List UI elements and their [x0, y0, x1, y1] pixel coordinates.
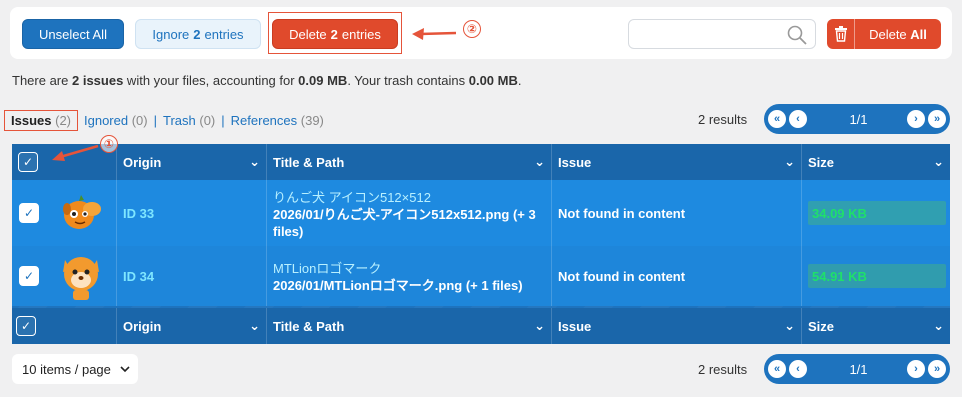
- tab-trash[interactable]: Trash (0): [161, 113, 217, 128]
- origin-cell: ID 33: [116, 180, 266, 246]
- column-origin[interactable]: Origin ⌄: [116, 308, 266, 344]
- column-size[interactable]: Size ⌄: [801, 308, 950, 344]
- media-path: 2026/01/りんご犬-アイコン512x512.png (+ 3 files): [273, 206, 536, 239]
- annotation-number-1: ①: [100, 135, 118, 153]
- title-path-cell: りんご犬 アイコン512×512 2026/01/りんご犬-アイコン512x51…: [266, 180, 551, 246]
- size-bar: 54.91 KB: [808, 264, 946, 288]
- delete-count: 2: [330, 26, 338, 42]
- delete-all-label: Delete All: [869, 26, 927, 42]
- chevron-down-icon: ⌄: [784, 154, 795, 169]
- table-row[interactable]: ✓ ID 33 りんご犬 アイコン512×512 2026/01/りんご犬-アイ…: [12, 180, 950, 246]
- chevron-down-icon: ⌄: [534, 318, 545, 333]
- first-page-button[interactable]: «: [768, 360, 786, 378]
- media-id-link[interactable]: ID 33: [123, 206, 154, 221]
- pagination-top: « ‹ 1/1 › »: [764, 104, 950, 134]
- apple-dog-icon-thumbnail: [63, 195, 101, 229]
- chevron-down-icon: ⌄: [249, 318, 260, 333]
- ignore-entries-button[interactable]: Ignore 2 entries: [135, 19, 261, 49]
- next-page-button[interactable]: ›: [907, 360, 925, 378]
- last-page-button[interactable]: »: [928, 110, 946, 128]
- media-title-link[interactable]: りんご犬 アイコン512×512: [273, 187, 431, 206]
- tab-separator: |: [221, 112, 225, 128]
- issue-text: Not found in content: [558, 268, 686, 284]
- delete-all-button[interactable]: Delete All: [827, 19, 941, 49]
- chevron-down-icon: ⌄: [249, 154, 260, 169]
- ignore-label: Ignore: [152, 26, 190, 42]
- row-checkbox[interactable]: ✓: [19, 266, 39, 286]
- table-row[interactable]: ✓ ID 34 MTLionロゴマーク 2026/01/MTLionロゴマーク.…: [12, 246, 950, 306]
- issue-cell: Not found in content: [551, 246, 801, 306]
- filter-tabs: Issues (2) Ignored (0) | Trash (0) | Ref…: [4, 109, 326, 131]
- title-path-cell: MTLionロゴマーク 2026/01/MTLionロゴマーク.png (+ 1…: [266, 246, 551, 306]
- chevron-down-icon: ⌄: [534, 154, 545, 169]
- column-issue[interactable]: Issue ⌄: [551, 144, 801, 180]
- footer-select-cell: ✓: [12, 308, 116, 344]
- trash-icon: [827, 19, 855, 49]
- size-cell: 34.09 KB: [801, 180, 950, 246]
- delete-suffix: entries: [341, 26, 381, 42]
- summary-text: There are 2 issues with your files, acco…: [12, 73, 522, 88]
- media-path: 2026/01/MTLionロゴマーク.png (+ 1 files): [273, 278, 523, 293]
- chevron-down-icon: [120, 366, 130, 373]
- last-page-button[interactable]: »: [928, 360, 946, 378]
- row-select-cell: ✓: [12, 246, 46, 306]
- select-all-checkbox[interactable]: ✓: [18, 152, 38, 172]
- unselect-all-button[interactable]: Unselect All: [22, 19, 124, 49]
- select-all-checkbox[interactable]: ✓: [16, 316, 36, 336]
- table-footer: ✓ Origin ⌄ Title & Path ⌄ Issue ⌄ Size ⌄: [12, 308, 950, 344]
- results-count: 2 results: [698, 362, 748, 377]
- issue-text: Not found in content: [558, 205, 686, 221]
- mtlion-logo-thumbnail: [63, 257, 99, 300]
- column-size[interactable]: Size ⌄: [801, 144, 950, 180]
- items-per-page-label: 10 items / page: [22, 361, 111, 377]
- ignore-suffix: entries: [204, 26, 244, 42]
- delete-entries-button[interactable]: Delete 2 entries: [272, 19, 398, 49]
- prev-page-button[interactable]: ‹: [789, 360, 807, 378]
- annotation-number-2: ②: [463, 20, 481, 38]
- search-input[interactable]: [628, 19, 816, 49]
- ignore-count: 2: [193, 26, 201, 42]
- tab-ignored[interactable]: Ignored (0): [82, 113, 150, 128]
- tab-references[interactable]: References (39): [229, 113, 326, 128]
- thumbnail-cell: [46, 246, 116, 306]
- unselect-all-label: Unselect All: [39, 26, 107, 42]
- annotation-arrow-1: [52, 144, 99, 161]
- column-issue[interactable]: Issue ⌄: [551, 308, 801, 344]
- prev-page-button[interactable]: ‹: [789, 110, 807, 128]
- issue-cell: Not found in content: [551, 180, 801, 246]
- tab-issues[interactable]: Issues (2): [4, 109, 78, 131]
- pagination-bottom: « ‹ 1/1 › »: [764, 354, 950, 384]
- column-title-path[interactable]: Title & Path ⌄: [266, 308, 551, 344]
- annotation-arrow-2: [412, 28, 457, 40]
- page-indicator: 1/1: [849, 111, 868, 127]
- column-title-path[interactable]: Title & Path ⌄: [266, 144, 551, 180]
- origin-cell: ID 34: [116, 246, 266, 306]
- issues-table: ✓ Origin ⌄ Title & Path ⌄ Issue ⌄ Size ⌄ ✓: [12, 144, 950, 344]
- size-bar: 34.09 KB: [808, 201, 946, 225]
- row-select-cell: ✓: [12, 180, 46, 246]
- results-count: 2 results: [698, 112, 748, 127]
- chevron-down-icon: ⌄: [933, 154, 944, 169]
- delete-label: Delete: [289, 26, 327, 42]
- search-icon: [787, 25, 807, 45]
- row-checkbox[interactable]: ✓: [19, 203, 39, 223]
- next-page-button[interactable]: ›: [907, 110, 925, 128]
- items-per-page-select[interactable]: 10 items / page: [12, 354, 138, 384]
- thumbnail-cell: [46, 180, 116, 246]
- page-indicator: 1/1: [849, 361, 868, 377]
- media-id-link[interactable]: ID 34: [123, 269, 154, 284]
- media-title-link[interactable]: MTLionロゴマーク: [273, 258, 381, 277]
- table-header: ✓ Origin ⌄ Title & Path ⌄ Issue ⌄ Size ⌄: [12, 144, 950, 180]
- tab-separator: |: [153, 112, 157, 128]
- column-origin[interactable]: Origin ⌄: [116, 144, 266, 180]
- chevron-down-icon: ⌄: [784, 318, 795, 333]
- size-cell: 54.91 KB: [801, 246, 950, 306]
- chevron-down-icon: ⌄: [933, 318, 944, 333]
- first-page-button[interactable]: «: [768, 110, 786, 128]
